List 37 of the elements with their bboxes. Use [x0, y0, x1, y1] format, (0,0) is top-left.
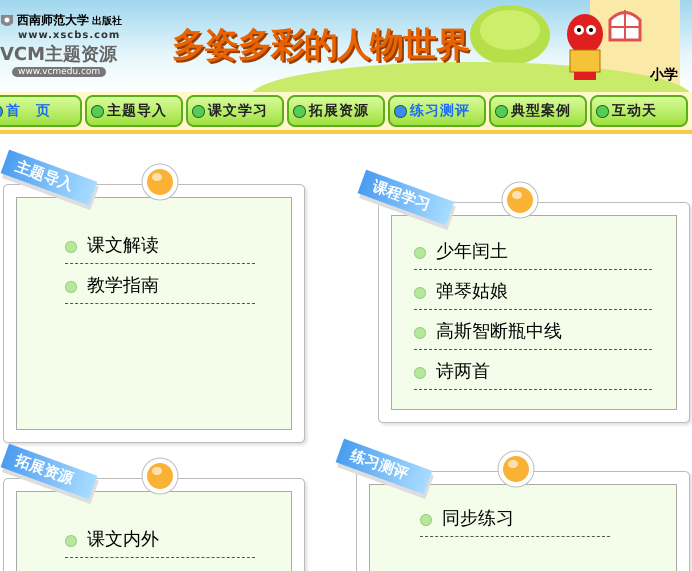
bullet-icon	[192, 104, 205, 118]
bullet-icon	[65, 241, 77, 253]
list-link[interactable]: 课文内外	[65, 526, 255, 558]
bullet-icon	[414, 327, 426, 339]
brand-logo: VCM主题资源	[0, 43, 118, 66]
publisher-url: www.xscbs.com	[18, 30, 122, 41]
list-link[interactable]: 高斯智断瓶中线	[414, 310, 652, 350]
list-link[interactable]: 教学指南	[65, 264, 255, 304]
nav-tab[interactable]: 拓展资源	[287, 95, 385, 127]
nav-tab[interactable]: 典型案例	[489, 95, 587, 127]
publisher-suffix: 出版社	[92, 14, 122, 28]
bullet-icon	[394, 104, 407, 118]
list-link[interactable]: 弹琴姑娘	[414, 270, 652, 310]
bullet-icon	[293, 104, 306, 118]
bullet-icon	[414, 287, 426, 299]
nav-tab[interactable]: 练习测评	[388, 95, 486, 127]
bullet-icon	[420, 514, 432, 526]
nav-tab[interactable]: 首 页	[0, 95, 82, 127]
bullet-icon	[91, 104, 104, 118]
publisher-name: 西南师范大学	[17, 12, 89, 29]
bullet-icon	[414, 247, 426, 259]
nav-tab[interactable]: 主题导入	[85, 95, 183, 127]
bullet-icon	[414, 367, 426, 379]
list-link[interactable]: 诗两首	[414, 350, 652, 390]
bullet-icon	[65, 535, 77, 547]
brand-url: www.vcmedu.com	[12, 67, 106, 77]
bullet-icon	[495, 104, 508, 118]
nav-tab[interactable]: 课文学习	[186, 95, 284, 127]
bullet-icon	[65, 281, 77, 293]
bullet-icon	[596, 104, 609, 118]
page-title: 多姿多彩的人物世界	[172, 24, 469, 67]
list-link[interactable]: 同步练习	[420, 505, 610, 537]
emblem-icon	[0, 12, 14, 28]
nav-tab[interactable]: 互动天	[590, 95, 688, 127]
list-link[interactable]: 少年闰土	[414, 238, 652, 270]
list-link[interactable]: 课文解读	[65, 232, 255, 264]
grade-label: 小学	[650, 66, 678, 84]
